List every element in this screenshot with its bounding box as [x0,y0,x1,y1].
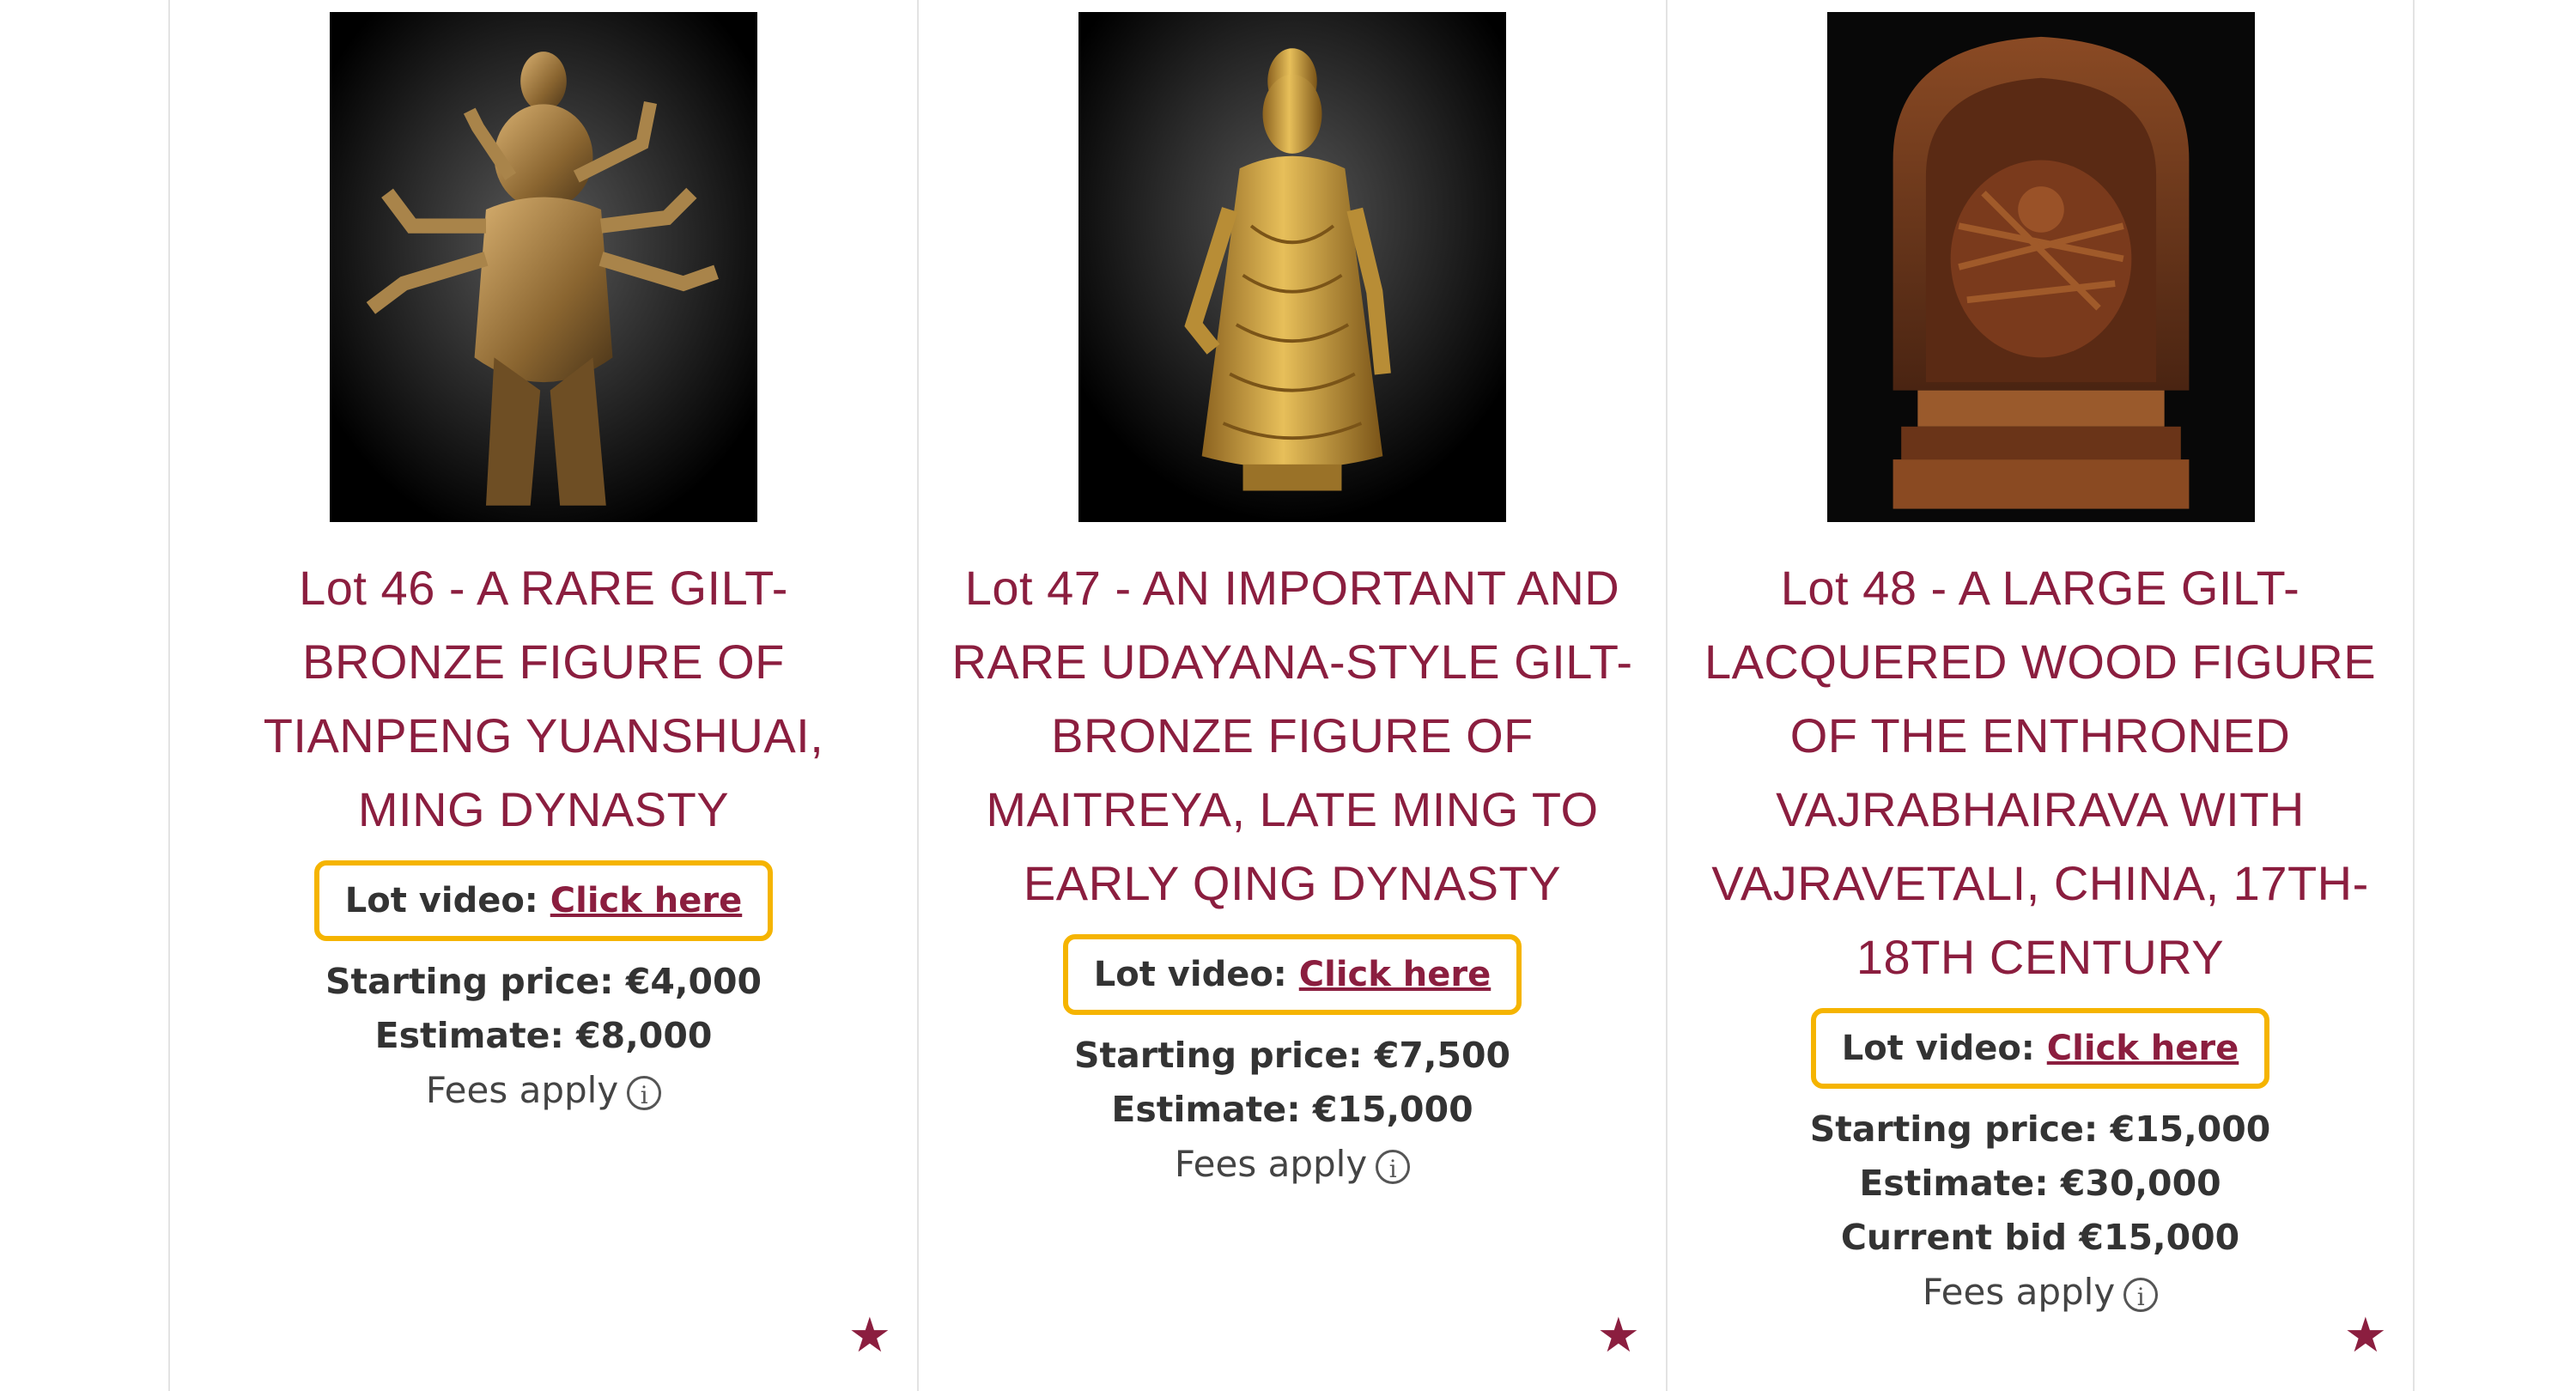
favorite-star-icon[interactable]: ★ [1597,1308,1640,1364]
lot-prices: Starting price: €4,000 Estimate: €8,000 [170,955,917,1063]
estimate: Estimate: €8,000 [374,1015,713,1056]
fees-apply: Fees apply i [919,1137,1666,1192]
lot-title[interactable]: Lot 46 - A RARE GILT-BRONZE FIGURE OF TI… [200,551,887,847]
lot-video-link[interactable]: Click here [550,881,742,920]
standing-buddha-figure-icon [1078,12,1506,522]
favorite-star-icon[interactable]: ★ [848,1308,891,1364]
lot-details: Lot 47 - AN IMPORTANT AND RARE UDAYANA-S… [919,551,1666,1192]
info-icon[interactable]: i [1376,1149,1411,1184]
lot-video-label: Lot video: [344,881,538,920]
lot-video-box: Lot video: Click here [313,860,774,941]
lot-grid: Lot 46 - A RARE GILT-BRONZE FIGURE OF TI… [168,0,2418,1391]
starting-price: Starting price: €7,500 [1073,1035,1511,1076]
info-icon[interactable]: i [2123,1277,2159,1312]
fees-apply: Fees apply i [1668,1265,2413,1320]
lot-title[interactable]: Lot 48 - A LARGE GILT-LACQUERED WOOD FIG… [1697,551,2384,994]
lot-video-link[interactable]: Click here [1299,955,1491,994]
lot-card-46: Lot 46 - A RARE GILT-BRONZE FIGURE OF TI… [168,0,917,1391]
lot-video-link[interactable]: Click here [2047,1029,2239,1068]
info-icon[interactable]: i [627,1075,662,1110]
lot-card-47: Lot 47 - AN IMPORTANT AND RARE UDAYANA-S… [917,0,1666,1391]
lot-title[interactable]: Lot 47 - AN IMPORTANT AND RARE UDAYANA-S… [949,551,1636,920]
fees-label: Fees apply [1174,1143,1368,1185]
lot-card-48: Lot 48 - A LARGE GILT-LACQUERED WOOD FIG… [1666,0,2415,1391]
fees-label: Fees apply [425,1069,619,1111]
lot-video-label: Lot video: [1093,955,1287,994]
starting-price: Starting price: €15,000 [1809,1109,2271,1150]
favorite-star-icon[interactable]: ★ [2344,1308,2387,1364]
current-bid: Current bid €15,000 [1840,1217,2240,1258]
lot-details: Lot 48 - A LARGE GILT-LACQUERED WOOD FIG… [1668,551,2413,1320]
fees-label: Fees apply [1922,1271,2116,1313]
starting-price: Starting price: €4,000 [325,961,762,1002]
lot-prices: Starting price: €7,500 Estimate: €15,000 [919,1029,1666,1137]
lot-image[interactable] [1827,12,2255,522]
lot-details: Lot 46 - A RARE GILT-BRONZE FIGURE OF TI… [170,551,917,1118]
lot-video-label: Lot video: [1841,1029,2035,1068]
lot-image[interactable] [1078,12,1506,522]
enthroned-deity-shrine-icon [1827,12,2255,522]
lot-video-box: Lot video: Click here [1062,934,1522,1015]
lot-video-box: Lot video: Click here [1810,1008,2270,1089]
lot-image[interactable] [330,12,757,522]
multi-armed-deity-figure-icon [330,12,757,522]
lot-prices: Starting price: €15,000 Estimate: €30,00… [1668,1102,2413,1265]
fees-apply: Fees apply i [170,1063,917,1118]
estimate: Estimate: €15,000 [1111,1089,1473,1130]
estimate: Estimate: €30,000 [1859,1163,2221,1204]
